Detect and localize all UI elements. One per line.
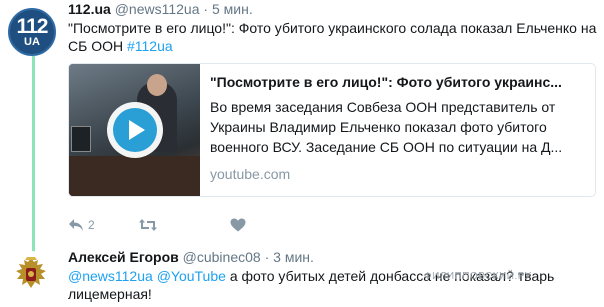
tweet-timestamp[interactable]: 3 мин. [273, 249, 314, 265]
card-title[interactable]: "Посмотрите в его лицо!": Фото убитого у… [210, 72, 588, 92]
card-domain: youtube.com [210, 166, 291, 182]
author-handle[interactable]: @news112ua [115, 1, 200, 17]
mention-youtube[interactable]: @YouTube [157, 268, 226, 284]
avatar-112ua[interactable]: 112 UA [8, 8, 56, 56]
video-thumbnail[interactable] [69, 64, 200, 196]
like-icon [230, 218, 246, 232]
thumbnail-desk [69, 156, 200, 196]
play-button[interactable] [107, 102, 163, 158]
tweet-header: Алексей Егоров @cubinec08 · 3 мин. [68, 248, 598, 266]
thumbnail-person-head [147, 74, 167, 96]
reply-count: 2 [88, 218, 95, 232]
video-card[interactable]: "Посмотрите в его лицо!": Фото убитого у… [68, 63, 596, 197]
tweet-header: 112.ua @news112ua · 5 мин. [68, 0, 598, 18]
thumbnail-monitor [71, 126, 91, 152]
avatar-number: 112 [16, 14, 49, 38]
thread-connector-line [32, 56, 35, 252]
tweet-timestamp[interactable]: 5 мин. [212, 1, 253, 17]
avatar-country: UA [24, 35, 40, 48]
header-separator: · [203, 1, 209, 17]
mention-news112ua[interactable]: @news112ua [68, 268, 153, 284]
header-separator: · [264, 249, 270, 265]
play-triangle [129, 120, 145, 140]
author-handle[interactable]: @cubinec08 [183, 249, 261, 265]
author-name[interactable]: Алексей Егоров [68, 249, 179, 265]
author-name[interactable]: 112.ua [68, 1, 111, 17]
play-icon [113, 108, 157, 152]
like-button[interactable] [230, 218, 270, 232]
hashtag-link[interactable]: #112ua [127, 38, 173, 54]
tweet-112ua: 112.ua @news112ua · 5 мин. "Посмотрите в… [68, 0, 598, 55]
retweet-icon [139, 219, 157, 231]
tweet-text: "Посмотрите в его лицо!": Фото убитого у… [68, 19, 598, 55]
card-body: "Посмотрите в его лицо!": Фото убитого у… [210, 72, 588, 183]
reply-icon [69, 219, 83, 231]
site-watermark: ФИЛИППОВСКИЙ.РУ [424, 271, 532, 282]
retweet-button[interactable] [138, 218, 230, 232]
coat-of-arms-icon [9, 253, 53, 297]
card-description: Во время заседания Совбеза ООН представи… [210, 99, 563, 155]
reply-button[interactable]: 2 [68, 218, 138, 232]
tweet-actions: 2 [68, 215, 270, 235]
avatar-egorov[interactable] [7, 251, 55, 299]
